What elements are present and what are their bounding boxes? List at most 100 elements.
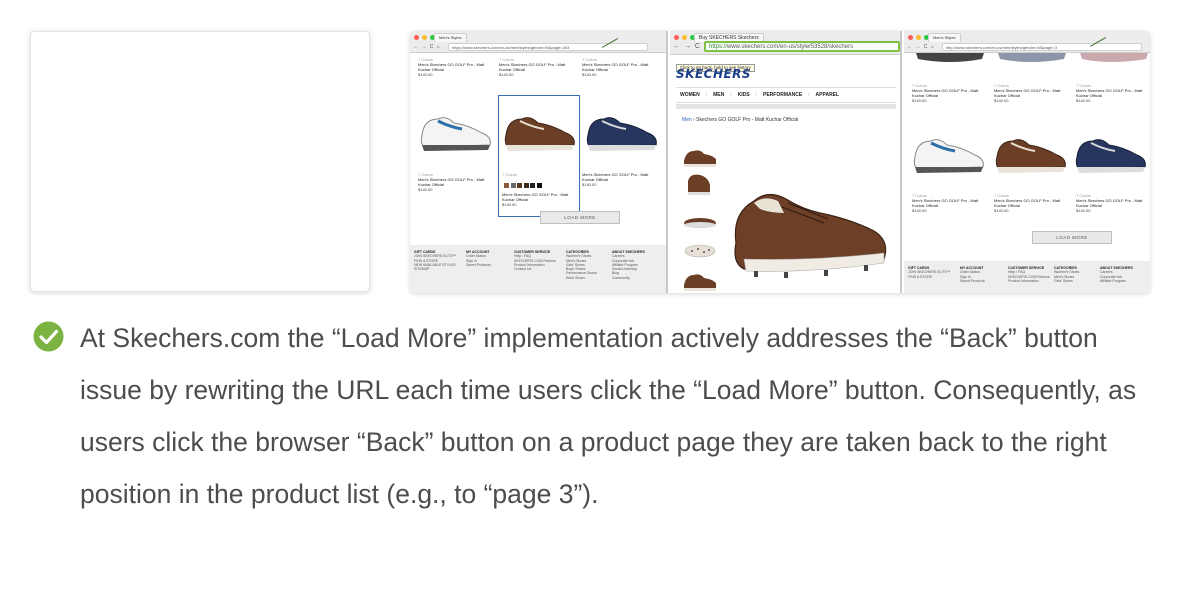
- minimize-dot-icon[interactable]: [682, 35, 687, 40]
- browser-chrome: Men's Styles ← → C ⌂ http://www.skechers…: [904, 31, 1150, 53]
- footer-link[interactable]: Saved Products: [960, 279, 1008, 283]
- product-colors: 7 Colors: [502, 172, 517, 177]
- thumbnail[interactable]: [688, 174, 710, 195]
- screenshot-middle: Buy SKECHERS Skechers ← → C ⌂ https://ww…: [670, 31, 902, 293]
- product-card[interactable]: 7 Colors Men's Skechers GO GOLF Pro - Ma…: [1076, 193, 1150, 213]
- footer-link[interactable]: Work Shoes: [566, 276, 614, 280]
- color-swatches[interactable]: [504, 183, 542, 188]
- swatch[interactable]: [510, 183, 516, 188]
- check-circle-icon: [33, 321, 64, 352]
- footer-column: MY ACCOUNT Order Status Sign In Saved Pr…: [466, 250, 514, 267]
- product-price: $140.00: [1076, 208, 1091, 213]
- thumbnail[interactable]: [684, 218, 716, 228]
- skechers-logo[interactable]: SKECHERS: [676, 67, 751, 81]
- product-card[interactable]: Men's Skechers GO GOLF Pro - Matt Kuchar…: [582, 172, 656, 187]
- nav-item-women[interactable]: WOMEN: [680, 92, 700, 98]
- blank-card: [30, 31, 370, 292]
- shoe-image-white[interactable]: [908, 127, 988, 179]
- address-bar[interactable]: https://www.skechers.com/en-us/style/535…: [704, 41, 900, 52]
- product-name[interactable]: Men's Skechers GO GOLF Pro - Matt Kuchar…: [994, 198, 1068, 208]
- nav-item-kids[interactable]: KIDS: [738, 92, 750, 98]
- nav-item-performance[interactable]: PERFORMANCE: [763, 92, 802, 98]
- product-card[interactable]: 7 Colors Men's Skechers GO GOLF Pro - Ma…: [582, 57, 656, 77]
- product-name[interactable]: Men's Skechers GO GOLF Pro - Matt Kuchar…: [994, 88, 1068, 98]
- window-controls[interactable]: [414, 35, 435, 40]
- thumbnail[interactable]: [684, 244, 716, 258]
- swatch[interactable]: [504, 183, 509, 188]
- close-dot-icon[interactable]: [674, 35, 679, 40]
- footer-link[interactable]: JOIN SKECHERS ELITE™: [908, 270, 956, 274]
- product-name[interactable]: Men's Skechers GO GOLF Pro - Matt Kuchar…: [1076, 198, 1150, 208]
- nav-item-apparel[interactable]: APPAREL: [816, 92, 840, 98]
- screenshot-left: Men's Styles ← → C ⌂ https://www.skecher…: [410, 31, 668, 293]
- product-card[interactable]: Men's Skechers GO GOLF Pro - Matt Kuchar…: [502, 192, 576, 207]
- shoe-image-brown[interactable]: [500, 105, 578, 157]
- footer-link[interactable]: JOIN SKECHERS ELITE™: [414, 254, 462, 258]
- product-name[interactable]: Men's Skechers GO GOLF Pro - Matt Kuchar…: [912, 88, 986, 98]
- product-name[interactable]: Men's Skechers GO GOLF Pro - Matt Kuchar…: [582, 172, 656, 182]
- product-name[interactable]: Men's Skechers GO GOLF Pro - Matt Kuchar…: [582, 62, 656, 72]
- load-more-button[interactable]: LOAD MORE: [1032, 231, 1112, 244]
- product-card[interactable]: 7 Colors Men's Skechers GO GOLF Pro - Ma…: [912, 193, 986, 213]
- window-controls[interactable]: [674, 35, 695, 40]
- shoe-image-white[interactable]: [416, 105, 494, 157]
- product-name[interactable]: Men's Skechers GO GOLF Pro - Matt Kuchar…: [912, 198, 986, 208]
- thumbnail[interactable]: [684, 150, 716, 167]
- site-footer: GIFT CARDS JOIN SKECHERS ELITE™ FIND A S…: [410, 245, 666, 293]
- product-card[interactable]: 7 Colors Men's Skechers GO GOLF Pro - Ma…: [994, 83, 1068, 103]
- product-name[interactable]: Men's Skechers GO GOLF Pro - Matt Kuchar…: [499, 62, 573, 72]
- product-card[interactable]: 7 Colors Men's Skechers GO GOLF Pro - Ma…: [912, 83, 986, 103]
- product-card[interactable]: 7 Colors: [502, 172, 576, 177]
- swatch[interactable]: [523, 183, 529, 188]
- address-bar[interactable]: http://www.skechers.com/en-us/men/styles…: [942, 43, 1142, 51]
- product-name[interactable]: Men's Skechers GO GOLF Pro - Matt Kuchar…: [502, 192, 576, 202]
- address-bar[interactable]: https://www.skechers.com/en-us/men/style…: [448, 43, 648, 51]
- footer-link[interactable]: Contact Us: [514, 267, 562, 271]
- swatch[interactable]: [517, 183, 522, 188]
- product-card[interactable]: 7 Colors Men's Skechers GO GOLF Pro - Ma…: [418, 57, 492, 77]
- footer-column: GIFT CARDS JOIN SKECHERS ELITE™ FIND A S…: [908, 266, 956, 279]
- load-more-button[interactable]: LOAD MORE: [540, 211, 620, 224]
- shoe-image-brown[interactable]: [990, 127, 1070, 179]
- minimize-dot-icon[interactable]: [916, 35, 921, 40]
- swatch[interactable]: [536, 183, 542, 188]
- footer-link[interactable]: Saved Products: [466, 263, 514, 267]
- breadcrumb-link-men[interactable]: Men: [682, 117, 692, 123]
- window-controls[interactable]: [908, 35, 929, 40]
- product-thumbnails[interactable]: [680, 145, 720, 293]
- product-name[interactable]: Men's Skechers GO GOLF Pro - Matt Kuchar…: [418, 62, 492, 72]
- footer-link[interactable]: Girls' Shoes: [1054, 279, 1102, 283]
- shoe-image-navy[interactable]: [1070, 127, 1150, 179]
- thumbnail[interactable]: [684, 274, 716, 291]
- main-product-image[interactable]: [724, 173, 894, 291]
- shoe-image-navy[interactable]: [582, 105, 660, 157]
- product-price: $140.00: [994, 98, 1009, 103]
- nav-separator: /: [730, 92, 732, 98]
- footer-link[interactable]: Affiliate Program: [1100, 279, 1148, 283]
- site-nav: WOMEN / MEN / KIDS / PERFORMANCE / APPAREL: [676, 87, 896, 103]
- footer-link[interactable]: Community: [612, 276, 660, 280]
- nav-buttons-icon[interactable]: ← → C ⌂: [413, 44, 441, 50]
- breadcrumb-current: › Skechers GO GOLF Pro - Matt Kuchar Off…: [691, 117, 799, 123]
- product-price: $140.00: [912, 98, 927, 103]
- footer-link[interactable]: FIND A STORE: [908, 275, 956, 279]
- product-card[interactable]: 7 Colors Men's Skechers GO GOLF Pro - Ma…: [994, 193, 1068, 213]
- nav-separator: /: [755, 92, 757, 98]
- swatch[interactable]: [530, 183, 535, 188]
- footer-column: CATEGORIES Women's Shoes Men's Shoes Gir…: [566, 250, 614, 280]
- product-name[interactable]: Men's Skechers GO GOLF Pro - Matt Kuchar…: [418, 177, 492, 187]
- product-name[interactable]: Men's Skechers GO GOLF Pro - Matt Kuchar…: [1076, 88, 1150, 98]
- product-card[interactable]: 7 Colors Men's Skechers GO GOLF Pro - Ma…: [1076, 83, 1150, 103]
- footer-link[interactable]: SITEMAP: [414, 267, 462, 271]
- product-price: $140.00: [994, 208, 1009, 213]
- product-card[interactable]: 7 Colors Men's Skechers GO GOLF Pro - Ma…: [499, 57, 573, 77]
- browser-tab[interactable]: Men's Styles: [928, 33, 961, 42]
- minimize-dot-icon[interactable]: [422, 35, 427, 40]
- footer-link[interactable]: Product Information: [1008, 279, 1056, 283]
- browser-tab[interactable]: Men's Styles: [434, 33, 467, 42]
- close-dot-icon[interactable]: [908, 35, 913, 40]
- product-card[interactable]: 7 Colors Men's Skechers GO GOLF Pro - Ma…: [418, 172, 492, 192]
- nav-buttons-icon[interactable]: ← → C ⌂: [907, 44, 935, 50]
- nav-item-men[interactable]: MEN: [713, 92, 724, 98]
- close-dot-icon[interactable]: [414, 35, 419, 40]
